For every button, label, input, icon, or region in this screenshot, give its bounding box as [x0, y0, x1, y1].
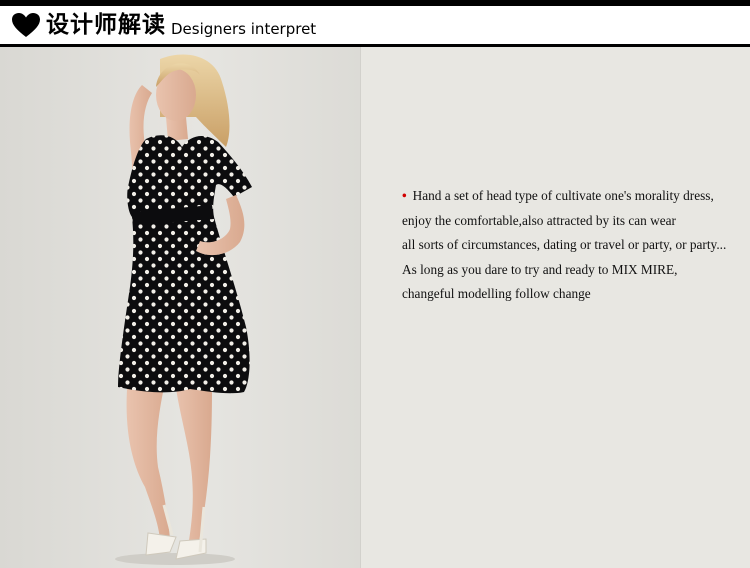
- description-line: • Hand a set of head type of cultivate on…: [402, 184, 747, 209]
- left-leg: [126, 377, 170, 539]
- polka-dot-dress: [118, 135, 252, 394]
- section-header: 设计师解读 Designers interpret: [0, 6, 750, 44]
- description-line: As long as you dare to try and ready to …: [402, 261, 678, 277]
- photo-divider: [360, 47, 361, 568]
- description-line: all sorts of circumstances, dating or tr…: [402, 237, 727, 252]
- heart-icon: [12, 13, 40, 37]
- section-title-chinese: 设计师解读: [46, 11, 166, 38]
- description-line: enjoy the comfortable,also attracted by …: [402, 212, 676, 228]
- section-title-english: Designers interpret: [171, 19, 317, 38]
- designer-interpretation-page: 设计师解读 Designers interpret • Hand a set o…: [0, 0, 750, 568]
- model-photo: [0, 47, 360, 568]
- model-illustration: [115, 54, 252, 565]
- designer-description: • Hand a set of head type of cultivate on…: [402, 184, 747, 307]
- description-line: changeful modelling follow change: [402, 286, 591, 301]
- bullet-icon: •: [402, 188, 407, 203]
- description-line-text: Hand a set of head type of cultivate one…: [412, 188, 714, 203]
- floor-shadow: [115, 553, 235, 565]
- left-shoe: [145, 532, 177, 556]
- right-leg: [175, 382, 212, 547]
